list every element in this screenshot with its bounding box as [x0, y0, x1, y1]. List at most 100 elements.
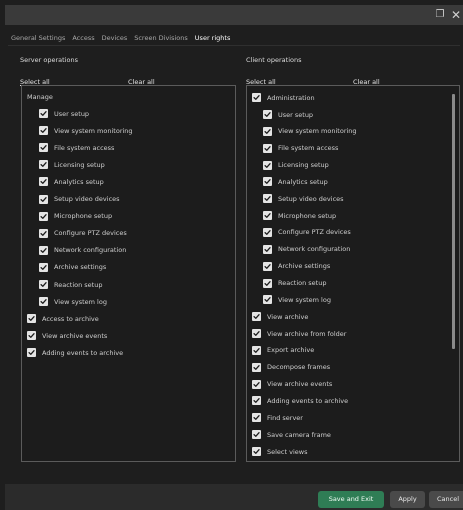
check-icon[interactable]	[263, 227, 272, 237]
check-icon[interactable]	[263, 177, 272, 187]
server-permission-item[interactable]: Reaction setup	[39, 276, 102, 293]
permission-label: Setup video devices	[278, 194, 344, 203]
check-icon[interactable]	[27, 331, 36, 341]
check-icon[interactable]	[39, 160, 48, 170]
check-icon[interactable]	[252, 447, 261, 456]
check-icon[interactable]	[252, 379, 261, 389]
client-permission-item[interactable]: File system access	[263, 140, 338, 157]
check-icon[interactable]	[252, 312, 261, 322]
client-permission-item[interactable]: View archive events	[252, 376, 332, 393]
server-permission-item[interactable]: Network configuration	[39, 242, 126, 259]
permission-label: Select views	[267, 447, 308, 456]
client-permission-item[interactable]: Find server	[252, 409, 303, 426]
check-icon[interactable]	[263, 194, 272, 204]
client-group-administration[interactable]: Administration	[252, 89, 315, 106]
client-permission-item[interactable]: Licensing setup	[263, 157, 329, 174]
permission-label: User setup	[278, 110, 314, 119]
check-icon[interactable]	[252, 362, 261, 372]
client-permission-item[interactable]: Analytics setup	[263, 173, 328, 190]
client-permission-item[interactable]: View system log	[263, 291, 331, 308]
check-icon[interactable]	[263, 278, 272, 288]
check-icon[interactable]	[27, 348, 36, 358]
client-permission-item[interactable]: Network configuration	[263, 241, 350, 258]
permission-label: Reaction setup	[54, 280, 103, 289]
check-icon[interactable]	[263, 110, 272, 119]
tab-screen-divisions[interactable]: Screen Divisions	[134, 32, 188, 44]
check-icon[interactable]	[39, 280, 48, 289]
check-icon[interactable]	[252, 93, 261, 102]
check-icon[interactable]	[39, 126, 48, 136]
tab-user-rights[interactable]: User rights	[195, 32, 231, 44]
apply-button[interactable]: Apply	[390, 491, 425, 508]
permission-label: User setup	[54, 109, 90, 118]
check-icon[interactable]	[263, 160, 272, 170]
server-permission-item[interactable]: Archive settings	[39, 259, 106, 276]
scrollbar[interactable]	[452, 94, 455, 349]
check-icon[interactable]	[263, 126, 272, 136]
check-icon[interactable]	[252, 345, 261, 355]
tab-access[interactable]: Access	[72, 32, 94, 44]
close-icon[interactable]: ✕	[449, 8, 463, 22]
check-icon[interactable]	[39, 245, 48, 255]
server-permission-item[interactable]: Microphone setup	[39, 208, 112, 225]
client-permission-item[interactable]: Export archive	[252, 342, 314, 359]
client-permission-item[interactable]: Microphone setup	[263, 207, 336, 224]
check-icon[interactable]	[252, 413, 261, 423]
check-icon[interactable]	[263, 261, 272, 271]
server-permission-item[interactable]: View system log	[39, 293, 107, 310]
server-permission-item[interactable]: Access to archive	[27, 310, 99, 327]
client-permission-item[interactable]: Setup video devices	[263, 190, 344, 207]
cancel-button[interactable]: Cancel	[429, 491, 463, 508]
permission-label: Licensing setup	[278, 161, 329, 170]
permission-label: Analytics setup	[54, 177, 104, 186]
check-icon[interactable]	[39, 177, 48, 187]
server-permission-item[interactable]: Analytics setup	[39, 173, 104, 190]
check-icon[interactable]	[263, 211, 272, 221]
client-permission-item[interactable]: Archive settings	[263, 258, 330, 275]
check-icon[interactable]	[39, 297, 48, 307]
check-icon[interactable]	[39, 262, 48, 272]
check-icon[interactable]	[252, 396, 261, 406]
server-permission-item[interactable]: View archive events	[27, 327, 107, 344]
client-permission-item[interactable]: Save camera frame	[252, 426, 331, 443]
client-permission-item[interactable]: View archive from folder	[252, 325, 346, 342]
server-permission-item[interactable]: Licensing setup	[39, 156, 105, 173]
dialog-footer: Save and Exit Apply Cancel	[5, 484, 463, 510]
check-icon[interactable]	[263, 244, 272, 254]
client-permission-item[interactable]: Adding events to archive	[252, 392, 348, 409]
tab-devices[interactable]: Devices	[102, 32, 128, 44]
client-permission-item[interactable]: Select views	[252, 443, 307, 460]
server-operations-list: Manage User setup View system monitoring F…	[21, 85, 236, 462]
permission-label: View system monitoring	[54, 126, 133, 135]
check-icon[interactable]	[252, 329, 261, 339]
server-permission-item[interactable]: View system monitoring	[39, 122, 133, 139]
client-permission-item[interactable]: User setup	[263, 106, 313, 123]
check-icon[interactable]	[39, 228, 48, 238]
title-bar: ❐ ✕	[5, 5, 463, 25]
client-permission-item[interactable]: View archive	[252, 308, 308, 325]
check-icon[interactable]	[263, 295, 272, 305]
permission-label: Network configuration	[54, 246, 127, 255]
check-icon[interactable]	[39, 143, 48, 153]
check-icon[interactable]	[263, 143, 272, 153]
check-icon[interactable]	[39, 109, 48, 118]
permission-label: Decompose frames	[267, 363, 331, 372]
check-icon[interactable]	[39, 211, 48, 221]
tab-general-settings[interactable]: General Settings	[11, 32, 65, 44]
check-icon[interactable]	[27, 314, 36, 324]
server-permission-item[interactable]: File system access	[39, 139, 114, 156]
server-permission-item[interactable]: User setup	[39, 105, 89, 122]
save-and-exit-button[interactable]: Save and Exit	[318, 491, 384, 508]
permission-label: View archive from folder	[267, 329, 347, 338]
client-permission-item[interactable]: Reaction setup	[263, 275, 326, 292]
client-permission-item[interactable]: Decompose frames	[252, 359, 330, 376]
restore-icon[interactable]: ❐	[433, 8, 447, 22]
server-permission-item[interactable]: Setup video devices	[39, 191, 120, 208]
check-icon[interactable]	[252, 430, 261, 440]
check-icon[interactable]	[39, 194, 48, 204]
permission-label: Configure PTZ devices	[54, 229, 127, 238]
server-permission-item[interactable]: Adding events to archive	[27, 344, 123, 361]
client-permission-item[interactable]: View system monitoring	[263, 123, 357, 140]
server-permission-item[interactable]: Configure PTZ devices	[39, 225, 127, 242]
client-permission-item[interactable]: Configure PTZ devices	[263, 224, 351, 241]
